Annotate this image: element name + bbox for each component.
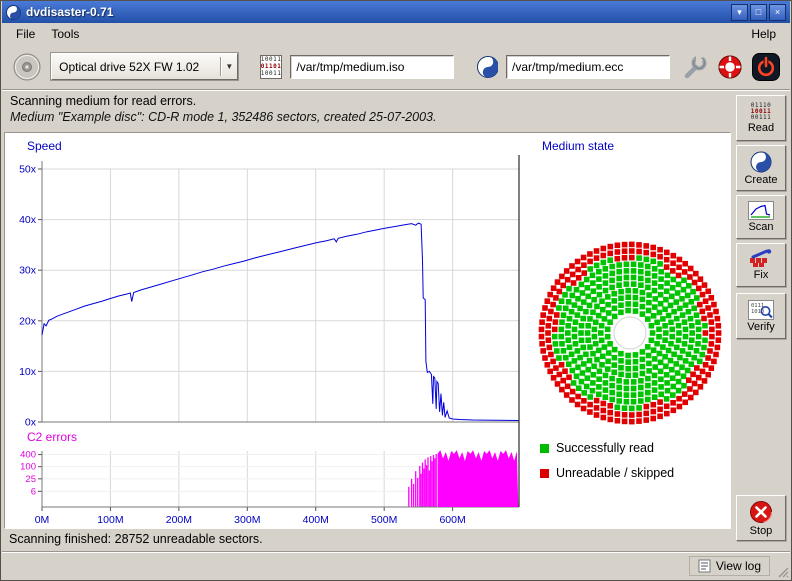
svg-text:25: 25	[25, 474, 36, 485]
svg-text:500M: 500M	[371, 514, 397, 526]
legend-row: Unreadable / skipped	[540, 466, 674, 480]
read-button[interactable]: 01110 10011 00111 Read	[736, 95, 786, 141]
ecc-file-icon	[476, 55, 498, 79]
legend-label-success: Successfully read	[556, 441, 654, 455]
app-window: dvdisaster-0.71 ▾ □ × File Tools Help Op…	[0, 0, 792, 581]
svg-text:0M: 0M	[35, 514, 50, 526]
legend-swatch-unreadable	[540, 469, 549, 478]
svg-text:100: 100	[20, 462, 36, 473]
svg-text:40x: 40x	[19, 214, 37, 226]
stop-button[interactable]: Stop	[736, 495, 786, 541]
verify-icon: 0111 1010	[748, 300, 774, 320]
view-log-label: View log	[716, 559, 761, 573]
fix-button-label: Fix	[754, 269, 769, 281]
chart-panel: Speed Medium state C2 errors 0M100M200M3…	[4, 132, 731, 529]
read-button-label: Read	[748, 122, 774, 134]
iso-path-input[interactable]	[290, 55, 454, 79]
drive-icon	[11, 51, 43, 83]
toolbar: Optical drive 52X FW 1.02 ▼ 10011 01101 …	[2, 44, 790, 89]
legend-label-unreadable: Unreadable / skipped	[556, 466, 674, 480]
iso-icon-line: 01101	[261, 64, 282, 70]
window-title: dvdisaster-0.71	[26, 5, 113, 19]
titlebar: dvdisaster-0.71 ▾ □ ×	[2, 1, 790, 23]
menu-help[interactable]: Help	[743, 25, 784, 43]
power-icon	[751, 52, 781, 82]
ecc-path-input[interactable]	[506, 55, 670, 79]
app-icon	[6, 5, 21, 20]
menubar: File Tools Help	[2, 23, 790, 44]
menu-file[interactable]: File	[8, 25, 43, 43]
status-line-medium: Medium "Example disc": CD-R mode 1, 3524…	[10, 110, 436, 124]
scan-button[interactable]: Scan	[736, 195, 786, 239]
drive-button[interactable]	[10, 49, 43, 85]
minimize-button[interactable]: ▾	[731, 4, 748, 21]
help-button[interactable]	[714, 50, 746, 84]
quit-button[interactable]	[750, 50, 782, 84]
stop-button-label: Stop	[750, 525, 773, 537]
scan-button-label: Scan	[748, 221, 773, 233]
status-line-action: Scanning medium for read errors.	[10, 94, 196, 108]
view-log-button[interactable]: View log	[689, 556, 770, 576]
action-sidebar: 01110 10011 00111 Read Create Scan	[732, 91, 792, 553]
svg-text:300M: 300M	[234, 514, 260, 526]
stop-icon	[749, 500, 773, 524]
window-controls: ▾ □ ×	[731, 4, 786, 21]
scan-chart-icon	[748, 201, 774, 220]
svg-text:20x: 20x	[19, 315, 37, 327]
fix-button[interactable]: Fix	[736, 243, 786, 287]
legend-swatch-success	[540, 444, 549, 453]
close-button[interactable]: ×	[769, 4, 786, 21]
iso-file-icon: 10011 01101 10011	[260, 55, 283, 79]
toolbar-right-group	[678, 50, 782, 84]
combo-separator	[220, 57, 221, 76]
svg-text:100M: 100M	[97, 514, 123, 526]
drive-select[interactable]: Optical drive 52X FW 1.02 ▼	[51, 53, 238, 80]
medium-state-disc	[532, 235, 728, 431]
verify-button[interactable]: 0111 1010 Verify	[736, 293, 786, 339]
svg-text:6: 6	[31, 486, 36, 497]
statusbar: View log	[2, 551, 790, 579]
svg-text:400M: 400M	[303, 514, 329, 526]
legend-row: Successfully read	[540, 441, 654, 455]
verify-button-label: Verify	[747, 321, 775, 333]
svg-text:30x: 30x	[19, 265, 37, 277]
iso-icon-line: 10011	[261, 57, 282, 63]
fix-icon	[748, 249, 774, 268]
maximize-button[interactable]: □	[750, 4, 767, 21]
create-button-label: Create	[744, 174, 777, 186]
chevron-down-icon: ▼	[225, 62, 233, 71]
create-button[interactable]: Create	[736, 145, 786, 191]
toolbar-separator	[2, 89, 790, 91]
menu-tools[interactable]: Tools	[43, 25, 87, 43]
log-icon	[698, 559, 711, 573]
drive-select-value: Optical drive 52X FW 1.02	[59, 60, 216, 74]
yin-yang-create-icon	[750, 151, 772, 173]
read-icon-line: 00111	[751, 115, 772, 121]
scan-result-status: Scanning finished: 28752 unreadable sect…	[9, 532, 263, 546]
wrench-icon	[680, 53, 708, 81]
svg-text:0x: 0x	[25, 417, 37, 429]
svg-text:50x: 50x	[19, 164, 37, 176]
svg-text:10x: 10x	[19, 366, 37, 378]
svg-text:200M: 200M	[166, 514, 192, 526]
iso-icon-line: 10011	[261, 71, 282, 77]
svg-text:400: 400	[20, 450, 36, 461]
resize-grip[interactable]	[776, 565, 789, 578]
binary-read-icon: 01110 10011 00111	[751, 103, 772, 121]
lifebuoy-help-icon	[716, 53, 744, 81]
svg-text:600M: 600M	[439, 514, 465, 526]
preferences-button[interactable]	[678, 50, 710, 84]
